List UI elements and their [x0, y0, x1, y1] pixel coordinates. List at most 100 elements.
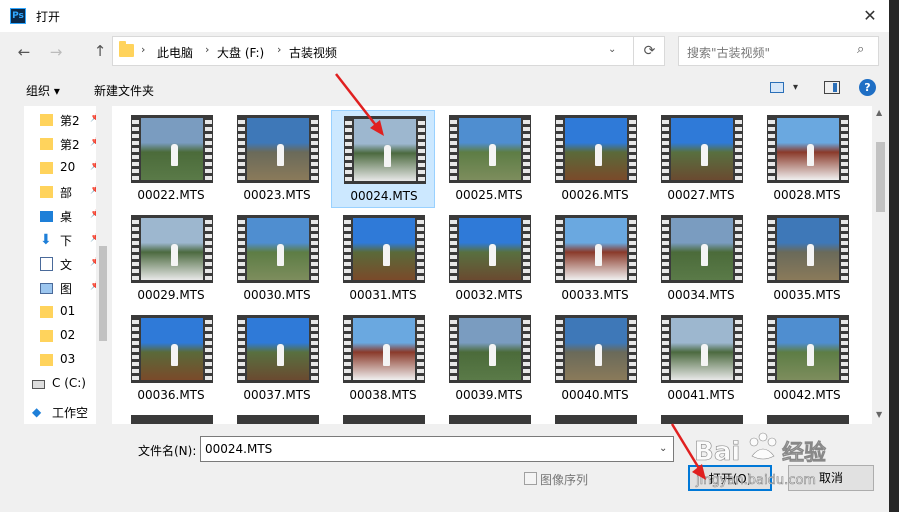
- sidebar-item[interactable]: 01: [34, 302, 104, 322]
- file-list-scrollbar[interactable]: ▲ ▼: [872, 106, 889, 424]
- file-item[interactable]: 00030.MTS: [225, 210, 329, 308]
- file-item[interactable]: 00042.MTS: [755, 310, 859, 408]
- chevron-right-icon: ›: [277, 43, 282, 56]
- forward-button[interactable]: →: [46, 42, 66, 62]
- search-input[interactable]: 搜索"古装视频": [687, 44, 770, 61]
- scroll-up-icon[interactable]: ▲: [876, 108, 882, 117]
- file-name: 00025.MTS: [455, 188, 523, 202]
- image-sequence-checkbox[interactable]: [524, 472, 537, 485]
- scroll-down-icon[interactable]: ▼: [876, 410, 882, 419]
- address-bar[interactable]: › 此电脑 › 大盘 (F:) › 古装视频 ⌄ ⟳: [112, 36, 665, 66]
- folder-icon: [40, 330, 53, 342]
- file-item[interactable]: 00027.MTS: [649, 110, 753, 208]
- folder-icon: [119, 41, 134, 57]
- file-name: 00038.MTS: [349, 388, 417, 402]
- file-item[interactable]: 00025.MTS: [437, 110, 541, 208]
- file-item[interactable]: 00040.MTS: [543, 310, 647, 408]
- file-name: 00033.MTS: [561, 288, 629, 302]
- sidebar-item[interactable]: C (C:): [26, 374, 96, 394]
- refresh-button[interactable]: ⟳: [633, 37, 665, 65]
- preview-pane-icon[interactable]: [824, 81, 840, 94]
- file-item[interactable]: 00024.MTS: [331, 110, 435, 208]
- view-dropdown-icon[interactable]: ▾: [793, 82, 798, 93]
- video-thumbnail: [767, 315, 849, 383]
- file-item[interactable]: 00031.MTS: [331, 210, 435, 308]
- sidebar-item-label: 第2: [60, 114, 80, 128]
- sidebar-item-label: 02: [60, 328, 76, 342]
- file-item[interactable]: 00034.MTS: [649, 210, 753, 308]
- file-name: 00027.MTS: [667, 188, 735, 202]
- sidebar-item[interactable]: 02: [34, 326, 104, 346]
- view-icon[interactable]: [770, 82, 784, 93]
- breadcrumb-this-pc[interactable]: 此电脑: [157, 44, 193, 61]
- filename-field[interactable]: 00024.MTS ⌄: [200, 436, 674, 462]
- file-list-scroll-thumb[interactable]: [876, 142, 885, 212]
- breadcrumb-folder[interactable]: 古装视频: [289, 44, 337, 61]
- cancel-button[interactable]: 取消: [788, 465, 874, 491]
- sidebar-item[interactable]: 第2📌: [34, 134, 104, 154]
- file-item[interactable]: 00037.MTS: [225, 310, 329, 408]
- file-item[interactable]: 00035.MTS: [755, 210, 859, 308]
- address-dropdown-icon[interactable]: ⌄: [608, 44, 616, 55]
- up-button[interactable]: ↑: [90, 41, 110, 61]
- video-thumbnail: [131, 115, 213, 183]
- file-item[interactable]: 00036.MTS: [119, 310, 223, 408]
- video-thumbnail: [555, 415, 637, 424]
- search-icon[interactable]: ⌕: [857, 42, 864, 57]
- organize-button[interactable]: 组织 ▾: [26, 82, 60, 99]
- help-button[interactable]: ?: [859, 79, 876, 96]
- download-icon: ⬇: [40, 232, 52, 248]
- file-item[interactable]: 00022.MTS: [119, 110, 223, 208]
- video-thumbnail: [131, 215, 213, 283]
- sidebar-item[interactable]: ⬇下📌: [34, 230, 104, 250]
- image-sequence-label: 图像序列: [540, 473, 589, 487]
- back-button[interactable]: ←: [14, 42, 34, 62]
- close-button[interactable]: ✕: [858, 6, 882, 26]
- file-item[interactable]: 00028.MTS: [755, 110, 859, 208]
- video-thumbnail: [344, 116, 426, 184]
- file-item[interactable]: 00026.MTS: [543, 110, 647, 208]
- sidebar-item[interactable]: 部📌: [34, 182, 104, 202]
- sidebar-item[interactable]: 03: [34, 350, 104, 370]
- sidebar-item-label: 下: [60, 234, 73, 248]
- search-box[interactable]: 搜索"古装视频" ⌕: [678, 36, 879, 66]
- sidebar-item[interactable]: ◆ 工作空: [26, 402, 96, 422]
- file-item[interactable]: 00038.MTS: [331, 310, 435, 408]
- video-thumbnail: [131, 415, 213, 424]
- sidebar-item-label: 文: [60, 258, 73, 272]
- folder-icon: [40, 354, 53, 366]
- file-name: 00042.MTS: [773, 388, 841, 402]
- file-list: 00022.MTS 00023.MTS 00024.MTS 00025.MTS 0002…: [112, 106, 872, 424]
- sidebar-item[interactable]: 文📌: [34, 254, 104, 274]
- toolbar: 组织 ▾ 新建文件夹 ▾ ?: [0, 76, 889, 104]
- navigation-scrollbar[interactable]: [96, 106, 110, 424]
- file-item[interactable]: 00029.MTS: [119, 210, 223, 308]
- file-name: 00036.MTS: [137, 388, 205, 402]
- file-item[interactable]: 00033.MTS: [543, 210, 647, 308]
- video-thumbnail: [449, 115, 531, 183]
- workspace-icon: ◆: [32, 405, 42, 419]
- file-type-select[interactable]: [684, 436, 884, 462]
- navigation-scroll-thumb[interactable]: [99, 246, 107, 341]
- file-item[interactable]: 00041.MTS: [649, 310, 753, 408]
- filename-dropdown-icon[interactable]: ⌄: [659, 443, 667, 454]
- sidebar-item-label: 部: [60, 186, 73, 200]
- breadcrumb-drive[interactable]: 大盘 (F:): [217, 44, 264, 61]
- file-item[interactable]: 00039.MTS: [437, 310, 541, 408]
- file-name: 00034.MTS: [667, 288, 735, 302]
- chevron-right-icon: ›: [205, 43, 210, 56]
- filename-value[interactable]: 00024.MTS: [205, 442, 272, 456]
- video-thumbnail: [343, 315, 425, 383]
- sidebar-item[interactable]: 20📌: [34, 158, 104, 178]
- sidebar-item[interactable]: 第2📌: [34, 110, 104, 130]
- sidebar-item[interactable]: 图📌: [34, 278, 104, 298]
- new-folder-button[interactable]: 新建文件夹: [94, 82, 154, 99]
- video-thumbnail: [555, 215, 637, 283]
- background-panel: [889, 0, 899, 512]
- file-name: 00040.MTS: [561, 388, 629, 402]
- file-item[interactable]: 00023.MTS: [225, 110, 329, 208]
- sidebar-item[interactable]: 桌📌: [34, 206, 104, 226]
- open-button[interactable]: 打开(O): [688, 465, 772, 491]
- file-item[interactable]: 00032.MTS: [437, 210, 541, 308]
- open-file-dialog: Ps 打开 ✕ ← → ↑ › 此电脑 › 大盘 (F:) › 古装视频 ⌄ ⟳…: [0, 0, 889, 512]
